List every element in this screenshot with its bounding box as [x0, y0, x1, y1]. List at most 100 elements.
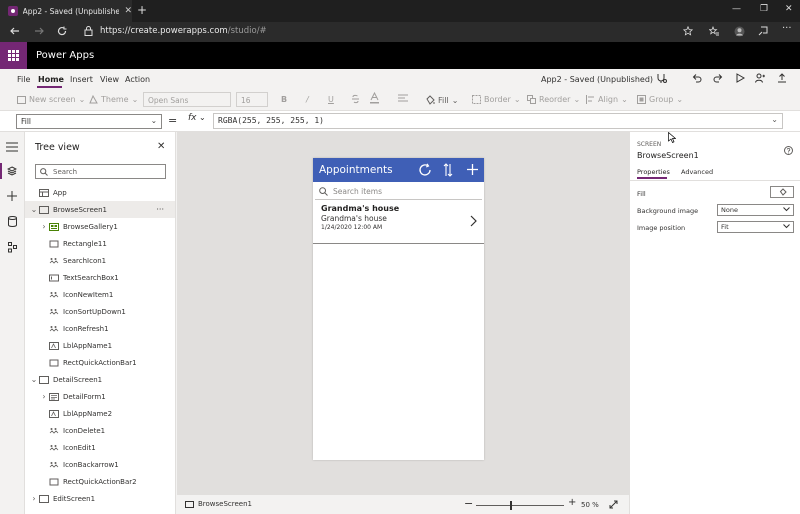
- chevron-right-icon[interactable]: [470, 215, 477, 227]
- favorites-icon[interactable]: [709, 26, 719, 36]
- font-size-dropdown[interactable]: 16: [236, 92, 268, 107]
- data-cylinder-icon[interactable]: [8, 216, 17, 227]
- tree-item[interactable]: IconBackarrow1: [25, 456, 175, 473]
- border-button[interactable]: Border ⌄: [472, 95, 521, 104]
- forward-arrow-icon[interactable]: [34, 26, 44, 36]
- new-tab-icon[interactable]: +: [137, 4, 147, 16]
- search-items-input[interactable]: Search items: [315, 183, 482, 200]
- menu-home[interactable]: Home: [38, 75, 64, 84]
- screen-selector[interactable]: BrowseScreen1: [185, 500, 252, 508]
- tab-properties[interactable]: Properties: [637, 168, 670, 176]
- share-user-icon[interactable]: [755, 73, 765, 83]
- tree-item[interactable]: › DetailForm1: [25, 388, 175, 405]
- tree-item[interactable]: RectQuickActionBar1: [25, 354, 175, 371]
- reorder-button[interactable]: Reorder ⌄: [527, 95, 580, 104]
- tree-item[interactable]: SearchIcon1: [25, 252, 175, 269]
- tree-item[interactable]: App: [25, 184, 175, 201]
- help-icon[interactable]: [784, 146, 793, 155]
- undo-icon[interactable]: [692, 73, 702, 83]
- close-icon[interactable]: ✕: [157, 141, 165, 152]
- chevron-right-icon[interactable]: ›: [39, 222, 49, 231]
- refresh-icon[interactable]: [418, 163, 432, 177]
- maximize-icon[interactable]: ❐: [760, 4, 768, 14]
- tree-item[interactable]: ⌄ DetailScreen1: [25, 371, 175, 388]
- profile-avatar-icon[interactable]: [734, 26, 745, 37]
- tab-advanced[interactable]: Advanced: [681, 168, 713, 176]
- gallery-item[interactable]: Grandma's house Grandma's house 1/24/202…: [313, 201, 484, 244]
- favorite-star-icon[interactable]: [683, 26, 693, 36]
- fx-button[interactable]: fx ⌄: [188, 113, 206, 123]
- chevron-right-icon[interactable]: ›: [29, 494, 39, 503]
- tree-item[interactable]: › BrowseGallery1: [25, 218, 175, 235]
- menu-view[interactable]: View: [100, 75, 119, 84]
- advanced-tools-icon[interactable]: [8, 242, 17, 253]
- chevron-down-icon[interactable]: ⌄: [29, 205, 39, 214]
- strikethrough-icon[interactable]: [351, 94, 360, 104]
- insert-plus-icon[interactable]: [7, 191, 17, 201]
- chevron-right-icon[interactable]: ›: [39, 392, 49, 401]
- menu-file[interactable]: File: [17, 75, 30, 84]
- tree-view-layers-icon[interactable]: [7, 166, 17, 176]
- add-item-plus-icon[interactable]: [466, 163, 479, 176]
- tree-item[interactable]: Rectangle11: [25, 235, 175, 252]
- property-dropdown[interactable]: Fill ⌄: [16, 114, 162, 129]
- hamburger-menu-icon[interactable]: [6, 142, 18, 152]
- theme-button[interactable]: Theme ⌄: [89, 95, 138, 104]
- tree-item[interactable]: LblAppName2: [25, 405, 175, 422]
- formula-input[interactable]: RGBA(255, 255, 255, 1) ⌄: [213, 113, 783, 129]
- browser-menu-icon[interactable]: ···: [782, 23, 792, 34]
- feedback-icon[interactable]: [758, 26, 768, 36]
- new-screen-button[interactable]: New screen ⌄: [17, 95, 85, 104]
- bold-button[interactable]: B: [281, 95, 287, 104]
- menu-insert[interactable]: Insert: [70, 75, 93, 84]
- redo-icon[interactable]: [713, 73, 723, 83]
- tree-item[interactable]: › EditScreen1: [25, 490, 175, 507]
- zoom-slider-track[interactable]: [476, 505, 564, 506]
- tree-item[interactable]: IconEdit1: [25, 439, 175, 456]
- close-window-icon[interactable]: ✕: [785, 4, 793, 14]
- tree-item[interactable]: LblAppName1: [25, 337, 175, 354]
- group-button[interactable]: Group ⌄: [637, 95, 683, 104]
- tree-item[interactable]: ⌄ BrowseScreen1 ···: [25, 201, 175, 218]
- app-checker-icon[interactable]: [656, 73, 667, 84]
- zoom-out-button[interactable]: −: [464, 497, 473, 510]
- fill-button[interactable]: Fill ⌄: [425, 95, 458, 105]
- zoom-in-button[interactable]: +: [568, 497, 576, 508]
- browser-tab[interactable]: App2 - Saved (Unpublished) - P ✕: [0, 0, 132, 22]
- background-image-dropdown[interactable]: None: [717, 204, 794, 216]
- waffle-menu-icon[interactable]: [0, 42, 27, 69]
- reload-icon[interactable]: [57, 26, 67, 36]
- app-title-label[interactable]: Appointments: [319, 164, 393, 176]
- fit-to-window-icon[interactable]: [609, 500, 618, 509]
- tree-item[interactable]: TextSearchBox1: [25, 269, 175, 286]
- chevron-down-icon[interactable]: ⌄: [29, 375, 39, 384]
- text-align-icon[interactable]: [398, 94, 408, 103]
- image-position-dropdown[interactable]: Fit: [717, 221, 794, 233]
- close-tab-icon[interactable]: ✕: [124, 6, 132, 16]
- play-preview-icon[interactable]: [735, 73, 745, 83]
- expand-formula-icon[interactable]: ⌄: [771, 115, 778, 124]
- publish-icon[interactable]: [777, 73, 787, 83]
- fill-color-picker[interactable]: [770, 186, 794, 198]
- tree-item[interactable]: RectQuickActionBar2: [25, 473, 175, 490]
- font-color-icon[interactable]: [369, 92, 380, 104]
- sort-up-down-icon[interactable]: [443, 163, 453, 177]
- italic-button[interactable]: /: [306, 95, 309, 104]
- underline-button[interactable]: U: [328, 95, 334, 104]
- zoom-slider-thumb[interactable]: [510, 501, 512, 510]
- tree-item[interactable]: IconDelete1: [25, 422, 175, 439]
- app-screen-preview[interactable]: Appointments Search items Grandma's hous…: [313, 158, 484, 460]
- url-field[interactable]: https://create.powerapps.com/studio/#: [100, 26, 267, 36]
- more-options-icon[interactable]: ···: [156, 205, 164, 214]
- font-dropdown[interactable]: Open Sans: [143, 92, 231, 107]
- chevron-down-icon: ⌄: [676, 95, 684, 104]
- background-image-label: Background image: [637, 207, 699, 215]
- menu-action[interactable]: Action: [125, 75, 150, 84]
- tree-item[interactable]: IconSortUpDown1: [25, 303, 175, 320]
- minimize-icon[interactable]: —: [732, 4, 741, 14]
- tree-item[interactable]: IconNewItem1: [25, 286, 175, 303]
- tree-item[interactable]: IconRefresh1: [25, 320, 175, 337]
- back-arrow-icon[interactable]: [10, 26, 20, 36]
- align-button[interactable]: Align ⌄: [586, 95, 628, 104]
- tree-search-input[interactable]: Search: [35, 164, 166, 179]
